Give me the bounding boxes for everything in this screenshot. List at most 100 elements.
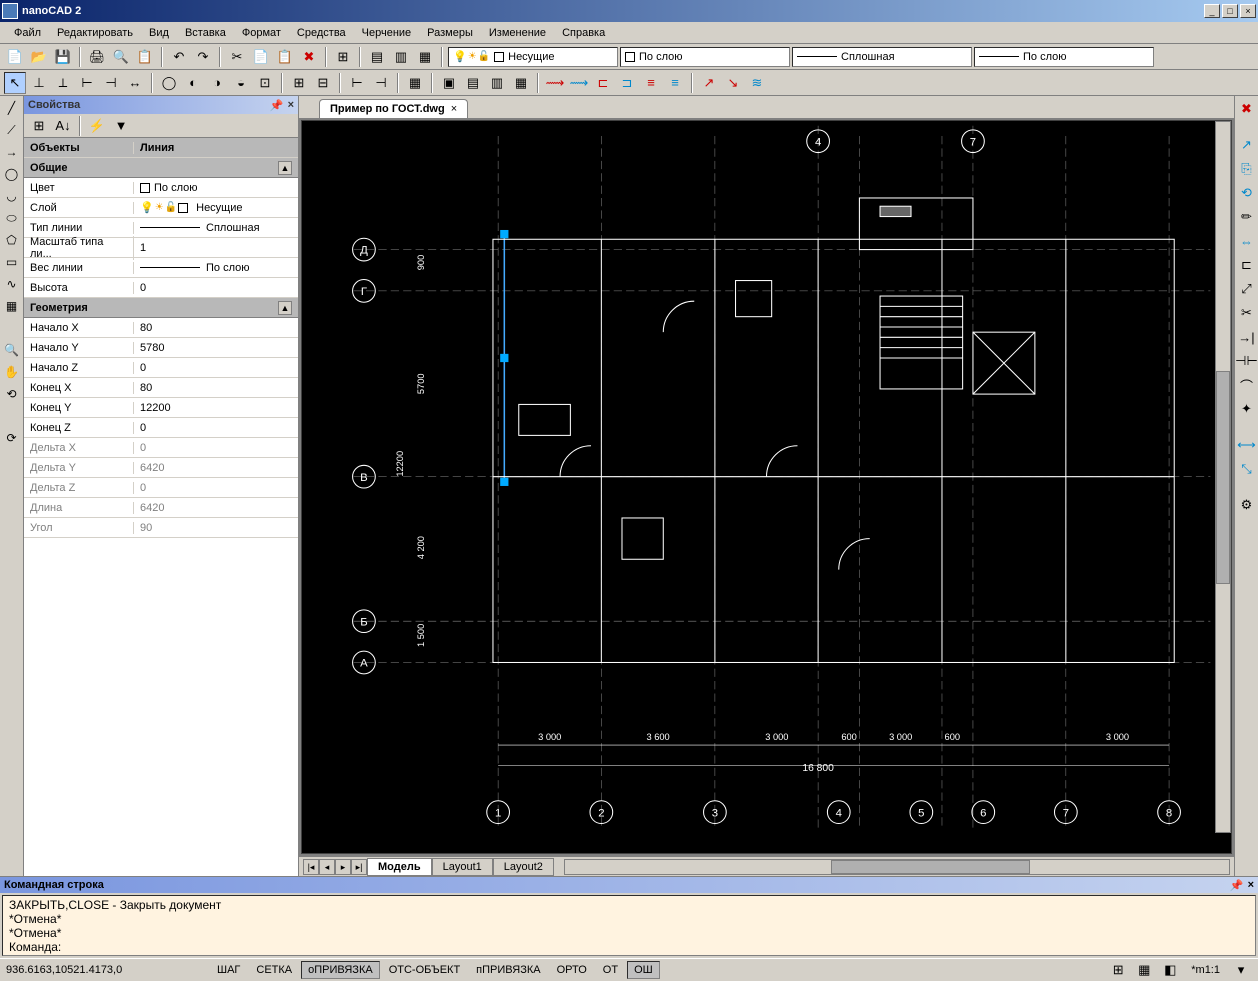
zoom-tool-icon[interactable]: 🔍 <box>2 340 22 360</box>
cmd-close-icon[interactable]: × <box>1248 879 1254 892</box>
property-row[interactable]: Вес линииПо слою <box>24 258 298 278</box>
layout-tab-2[interactable]: Layout2 <box>493 858 554 876</box>
property-row[interactable]: Высота0 <box>24 278 298 298</box>
open-button[interactable]: 📂 <box>28 46 50 68</box>
polyline-tool-icon[interactable]: ⟋ <box>2 120 22 140</box>
pin-icon[interactable]: 📌 <box>270 99 284 112</box>
tab-last-icon[interactable]: ▸| <box>351 859 367 875</box>
scale-icon[interactable]: ⤢ <box>1236 278 1258 300</box>
line-tool-icon[interactable]: ╱ <box>2 98 22 118</box>
fillet-icon[interactable]: ⌒ <box>1236 374 1258 396</box>
pan-tool-icon[interactable]: ✋ <box>2 362 22 382</box>
menu-Черчение[interactable]: Черчение <box>354 25 420 41</box>
layer2-button[interactable]: ▥ <box>390 46 412 68</box>
move-icon[interactable]: ↗ <box>1236 134 1258 156</box>
undo-button[interactable]: ↶ <box>168 46 190 68</box>
menu-Редактировать[interactable]: Редактировать <box>49 25 141 41</box>
section-geometry[interactable]: Геометрия ▲ <box>24 298 298 318</box>
arrow1-icon[interactable]: ↗ <box>698 72 720 94</box>
properties-button[interactable]: ⊞ <box>332 46 354 68</box>
grid2-icon[interactable]: ⊟ <box>312 72 334 94</box>
close-doc-icon[interactable]: ✖ <box>1236 98 1258 120</box>
tab-close-icon[interactable]: × <box>451 103 457 115</box>
mod2-icon[interactable]: ⟿ <box>568 72 590 94</box>
prop-funnel-icon[interactable]: ▼ <box>110 115 132 137</box>
block1-icon[interactable]: ▣ <box>438 72 460 94</box>
menu-Формат[interactable]: Формат <box>234 25 289 41</box>
objects-value[interactable]: Линия <box>134 142 298 154</box>
property-row[interactable]: Дельта X0 <box>24 438 298 458</box>
status-toggle-оПРИВЯЗКА[interactable]: оПРИВЯЗКА <box>301 961 380 979</box>
snap-cursor-icon[interactable]: ↖ <box>4 72 26 94</box>
status-toggle-ШАГ[interactable]: ШАГ <box>210 961 247 979</box>
status-toggle-СЕТКА[interactable]: СЕТКА <box>249 961 299 979</box>
mirror-icon[interactable]: ⇔ <box>1236 230 1258 252</box>
snap-node-icon[interactable]: ⊣ <box>100 72 122 94</box>
copy-button[interactable]: 📄 <box>250 46 272 68</box>
offset-icon[interactable]: ⊏ <box>1236 254 1258 276</box>
plot-button[interactable]: 📋 <box>134 46 156 68</box>
property-row[interactable]: ЦветПо слою <box>24 178 298 198</box>
menu-Вставка[interactable]: Вставка <box>177 25 234 41</box>
snap-endpoint-icon[interactable]: ⊥ <box>28 72 50 94</box>
spline-tool-icon[interactable]: ∿ <box>2 274 22 294</box>
prop-cat-icon[interactable]: ⊞ <box>28 115 50 137</box>
ellipse-tool-icon[interactable]: ⬭ <box>2 208 22 228</box>
print-button[interactable]: 🖨 <box>86 46 108 68</box>
menu-Изменение[interactable]: Изменение <box>481 25 554 41</box>
status-toggle-ОШ[interactable]: ОШ <box>627 961 660 979</box>
maximize-button[interactable]: □ <box>1222 4 1238 18</box>
property-row[interactable]: Длина6420 <box>24 498 298 518</box>
hatch-tool-icon[interactable]: ▦ <box>2 296 22 316</box>
erase-icon[interactable]: ✏ <box>1236 206 1258 228</box>
table-icon[interactable]: ▦ <box>404 72 426 94</box>
menu-Справка[interactable]: Справка <box>554 25 613 41</box>
section-general[interactable]: Общие ▲ <box>24 158 298 178</box>
horizontal-scrollbar[interactable] <box>564 859 1230 875</box>
layer-combo[interactable]: 💡☀🔓 Несущие <box>448 47 618 67</box>
status-toggle-ОТС-ОБЪЕКТ[interactable]: ОТС-ОБЪЕКТ <box>382 961 467 979</box>
color-combo[interactable]: По слою <box>620 47 790 67</box>
dim-align-icon[interactable]: ⤡ <box>1236 458 1258 480</box>
property-row[interactable]: Дельта Z0 <box>24 478 298 498</box>
block4-icon[interactable]: ▦ <box>510 72 532 94</box>
mod5-icon[interactable]: ≡ <box>640 72 662 94</box>
collapse-icon[interactable]: ▲ <box>278 301 292 315</box>
layout-tab-model[interactable]: Модель <box>367 858 432 876</box>
break-icon[interactable]: ⊣⊢ <box>1236 350 1258 372</box>
snap-app-icon[interactable]: ⊡ <box>254 72 276 94</box>
minimize-button[interactable]: _ <box>1204 4 1220 18</box>
property-row[interactable]: Начало Z0 <box>24 358 298 378</box>
rotate-icon[interactable]: ⟲ <box>1236 182 1258 204</box>
prop-filter-icon[interactable]: ⚡ <box>86 115 108 137</box>
polygon-tool-icon[interactable]: ⬠ <box>2 230 22 250</box>
block2-icon[interactable]: ▤ <box>462 72 484 94</box>
status-icon-2[interactable]: ▦ <box>1133 959 1155 981</box>
save-button[interactable]: 💾 <box>52 46 74 68</box>
property-row[interactable]: Слой💡☀🔓Несущие <box>24 198 298 218</box>
cut-button[interactable]: ✂ <box>226 46 248 68</box>
dim-linear-icon[interactable]: ⟷ <box>1236 434 1258 456</box>
trim-icon[interactable]: ✂ <box>1236 302 1258 324</box>
dim2-icon[interactable]: ⊣ <box>370 72 392 94</box>
preview-button[interactable]: 🔍 <box>110 46 132 68</box>
property-row[interactable]: Дельта Y6420 <box>24 458 298 478</box>
drawing-viewport[interactable]: ДГВБА 4 7 12345678 900 5700 12200 4 200 … <box>301 120 1232 854</box>
status-toggle-ОТ[interactable]: ОТ <box>596 961 625 979</box>
snap-center-icon[interactable]: ⊢ <box>76 72 98 94</box>
block3-icon[interactable]: ▥ <box>486 72 508 94</box>
document-tab[interactable]: Пример по ГОСТ.dwg × <box>319 99 468 118</box>
mod4-icon[interactable]: ⊐ <box>616 72 638 94</box>
property-row[interactable]: Угол90 <box>24 518 298 538</box>
linetype-combo[interactable]: Сплошная <box>792 47 972 67</box>
property-row[interactable]: Начало X80 <box>24 318 298 338</box>
paste-button[interactable]: 📋 <box>274 46 296 68</box>
tab-next-icon[interactable]: ▸ <box>335 859 351 875</box>
close-button[interactable]: × <box>1240 4 1256 18</box>
snap-quad-icon[interactable]: ↔ <box>124 72 146 94</box>
menu-Вид[interactable]: Вид <box>141 25 177 41</box>
status-icon-3[interactable]: ◧ <box>1159 959 1181 981</box>
settings-icon[interactable]: ⚙ <box>1236 494 1258 516</box>
snap-circle-icon[interactable]: ◯ <box>158 72 180 94</box>
pin-icon[interactable]: 📌 <box>1230 879 1244 892</box>
